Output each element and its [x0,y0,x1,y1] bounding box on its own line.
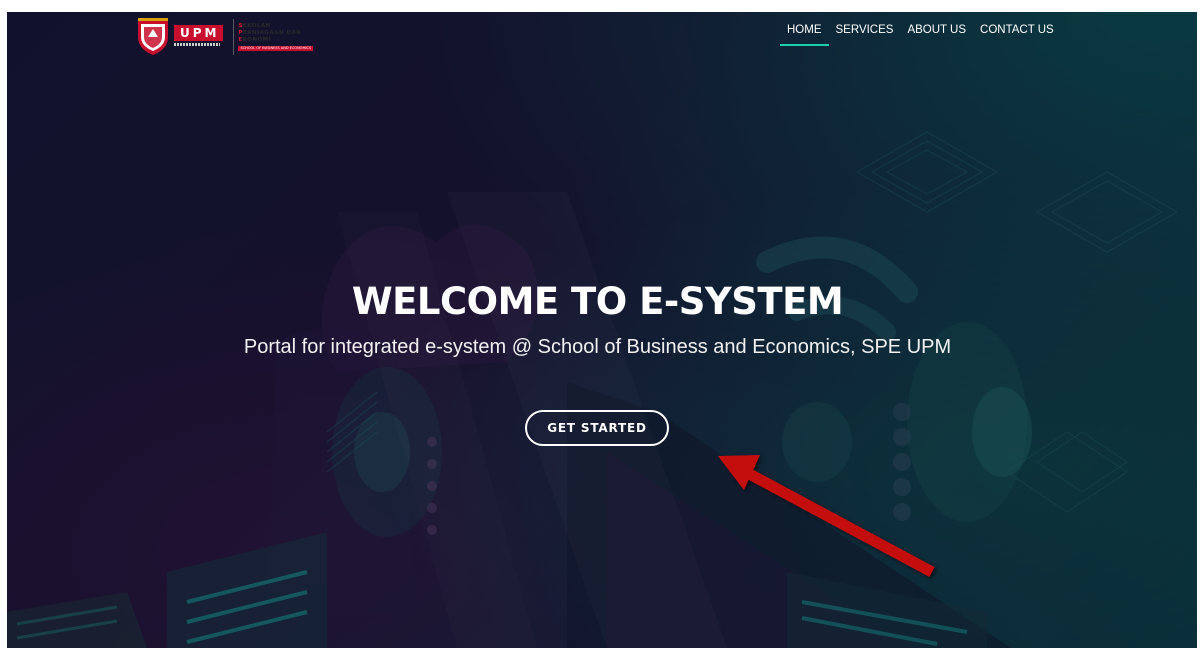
brand-name: UPM [174,25,224,41]
nav-about-us[interactable]: ABOUT US [900,22,973,46]
get-started-button[interactable]: GET STARTED [525,410,669,446]
faculty-line-3: EKONOMI [238,37,272,43]
upm-crest-icon [138,18,168,55]
faculty-line-1-text: EKOLAH [242,23,271,29]
hero-title: WELCOME TO E-SYSTEM [351,280,844,323]
faculty-tagline: SCHOOL OF BUSINESS AND ECONOMICS [238,46,314,51]
faculty-line-2: PERNIAGAAN DAN [238,30,302,36]
site-logo[interactable]: UPM SEKOLAH PERNIAGAAN DAN EKONOMI SCHOO… [136,17,314,57]
hero-section [7,12,1197,648]
nav-home[interactable]: HOME [780,22,829,46]
faculty-line-2-text: ERNIAGAAN DAN [243,30,302,36]
faculty-line-1: SEKOLAH [238,23,271,29]
background-overlay [7,12,1197,648]
brand-motto [174,43,220,46]
faculty-line-3-text: KONOMI [242,37,272,43]
hero-subtitle: Portal for integrated e-system @ School … [243,336,952,358]
nav-contact-us[interactable]: CONTACT US [973,22,1061,46]
faculty-name: SEKOLAH PERNIAGAAN DAN EKONOMI SCHOOL OF… [238,19,314,55]
nav-services[interactable]: SERVICES [829,22,901,46]
main-nav: HOME SERVICES ABOUT US CONTACT US [780,22,1061,46]
logo-divider [233,19,235,55]
